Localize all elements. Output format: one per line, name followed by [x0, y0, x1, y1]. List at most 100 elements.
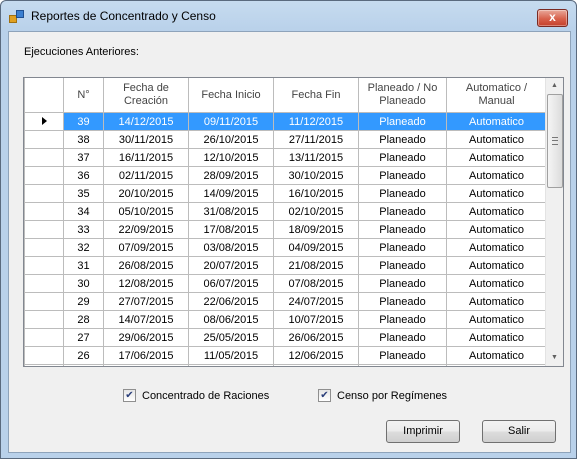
cell-planned[interactable]: Planeado	[358, 148, 447, 167]
row-header[interactable]	[24, 256, 64, 275]
cell-start-date[interactable]: 27/04/2015	[188, 364, 274, 366]
cell-start-date[interactable]: 14/09/2015	[188, 184, 274, 203]
table-row[interactable]: 32 07/09/2015 03/08/2015 04/09/2015 Planeado…	[24, 238, 547, 257]
table-row[interactable]: 35 20/10/2015 14/09/2015 16/10/2015 Planeado…	[24, 184, 547, 203]
cell-end-date[interactable]: 30/10/2015	[273, 166, 359, 185]
cell-number[interactable]: 25	[63, 364, 104, 366]
cell-end-date[interactable]: 07/08/2015	[273, 274, 359, 293]
cell-start-date[interactable]: 22/06/2015	[188, 292, 274, 311]
cell-start-date[interactable]: 08/06/2015	[188, 310, 274, 329]
cell-end-date[interactable]: 26/06/2015	[273, 328, 359, 347]
censo-checkbox[interactable]: ✔ Censo por Regímenes	[318, 389, 447, 402]
cell-planned[interactable]: Planeado	[358, 130, 447, 149]
column-header-end-date[interactable]: Fecha Fin	[273, 78, 359, 113]
cell-end-date[interactable]: 16/10/2015	[273, 184, 359, 203]
row-header[interactable]	[24, 220, 64, 239]
cell-number[interactable]: 36	[63, 166, 104, 185]
cell-creation-date[interactable]: 02/11/2015	[103, 166, 189, 185]
cell-start-date[interactable]: 03/08/2015	[188, 238, 274, 257]
cell-number[interactable]: 32	[63, 238, 104, 257]
row-header[interactable]	[24, 184, 64, 203]
column-header-start-date[interactable]: Fecha Inicio	[188, 78, 274, 113]
row-header[interactable]	[24, 292, 64, 311]
cell-number[interactable]: 39	[63, 112, 104, 131]
row-header[interactable]	[24, 148, 64, 167]
cell-start-date[interactable]: 28/09/2015	[188, 166, 274, 185]
table-row[interactable]: 26 17/06/2015 11/05/2015 12/06/2015 Planeado…	[24, 346, 547, 365]
row-header[interactable]	[24, 346, 64, 365]
table-row[interactable]: 38 30/11/2015 26/10/2015 27/11/2015 Planeado…	[24, 130, 547, 149]
row-header[interactable]	[24, 310, 64, 329]
cell-mode[interactable]: Automatico	[446, 274, 547, 293]
cell-planned[interactable]: Planeado	[358, 310, 447, 329]
cell-number[interactable]: 33	[63, 220, 104, 239]
cell-mode[interactable]: Automatico	[446, 238, 547, 257]
censo-check-icon[interactable]: ✔	[318, 389, 331, 402]
cell-start-date[interactable]: 17/08/2015	[188, 220, 274, 239]
cell-mode[interactable]: Automatico	[446, 328, 547, 347]
cell-creation-date[interactable]: 14/07/2015	[103, 310, 189, 329]
cell-mode[interactable]: Automatico	[446, 148, 547, 167]
print-button[interactable]: Imprimir	[386, 420, 460, 443]
concentrado-label[interactable]: Concentrado de Raciones	[142, 390, 269, 402]
cell-number[interactable]: 28	[63, 310, 104, 329]
cell-planned[interactable]: Planeado	[358, 328, 447, 347]
table-row[interactable]: 37 16/11/2015 12/10/2015 13/11/2015 Planeado…	[24, 148, 547, 167]
cell-start-date[interactable]: 31/08/2015	[188, 202, 274, 221]
cell-number[interactable]: 30	[63, 274, 104, 293]
cell-creation-date[interactable]: 07/09/2015	[103, 238, 189, 257]
cell-creation-date[interactable]: 27/07/2015	[103, 292, 189, 311]
cell-number[interactable]: 31	[63, 256, 104, 275]
cell-end-date[interactable]: 04/09/2015	[273, 238, 359, 257]
cell-number[interactable]: 29	[63, 292, 104, 311]
cell-creation-date[interactable]: 30/11/2015	[103, 130, 189, 149]
table-row[interactable]: 33 22/09/2015 17/08/2015 18/09/2015 Planeado…	[24, 220, 547, 239]
column-header-planned[interactable]: Planeado / No Planeado	[358, 78, 447, 113]
cell-number[interactable]: 34	[63, 202, 104, 221]
cell-end-date[interactable]: 24/07/2015	[273, 292, 359, 311]
cell-creation-date[interactable]: 14/12/2015	[103, 112, 189, 131]
cell-creation-date[interactable]: 12/08/2015	[103, 274, 189, 293]
vertical-scrollbar[interactable]: ▲ ▼	[545, 78, 563, 366]
exit-button[interactable]: Salir	[482, 420, 556, 443]
cell-number[interactable]: 26	[63, 346, 104, 365]
row-header[interactable]	[24, 364, 64, 366]
cell-creation-date[interactable]: 02/06/2015	[103, 364, 189, 366]
cell-mode[interactable]: Automatico	[446, 292, 547, 311]
close-button[interactable]: x	[537, 9, 568, 27]
cell-creation-date[interactable]: 22/09/2015	[103, 220, 189, 239]
cell-start-date[interactable]: 06/07/2015	[188, 274, 274, 293]
cell-number[interactable]: 35	[63, 184, 104, 203]
row-header[interactable]	[24, 202, 64, 221]
cell-planned[interactable]: Planeado	[358, 184, 447, 203]
row-header[interactable]	[24, 328, 64, 347]
cell-mode[interactable]: Automatico	[446, 364, 547, 366]
censo-label[interactable]: Censo por Regímenes	[337, 390, 447, 402]
cell-number[interactable]: 38	[63, 130, 104, 149]
table-row[interactable]: 31 26/08/2015 20/07/2015 21/08/2015 Planeado…	[24, 256, 547, 275]
row-header[interactable]	[24, 274, 64, 293]
cell-mode[interactable]: Automatico	[446, 184, 547, 203]
cell-mode[interactable]: Automatico	[446, 202, 547, 221]
cell-start-date[interactable]: 11/05/2015	[188, 346, 274, 365]
cell-creation-date[interactable]: 29/06/2015	[103, 328, 189, 347]
title-bar[interactable]: Reportes de Concentrado y Censo x	[1, 1, 576, 30]
concentrado-checkbox[interactable]: ✔ Concentrado de Raciones	[123, 389, 269, 402]
cell-mode[interactable]: Automatico	[446, 220, 547, 239]
cell-planned[interactable]: Planeado	[358, 166, 447, 185]
row-header[interactable]	[24, 238, 64, 257]
cell-planned[interactable]: Planeado	[358, 346, 447, 365]
cell-end-date[interactable]: 21/08/2015	[273, 256, 359, 275]
cell-end-date[interactable]: 27/11/2015	[273, 130, 359, 149]
cell-end-date[interactable]: 29/05/2015	[273, 364, 359, 366]
cell-mode[interactable]: Automatico	[446, 130, 547, 149]
table-row[interactable]: 39 14/12/2015 09/11/2015 11/12/2015 Planeado…	[24, 112, 547, 131]
cell-number[interactable]: 27	[63, 328, 104, 347]
concentrado-check-icon[interactable]: ✔	[123, 389, 136, 402]
cell-creation-date[interactable]: 20/10/2015	[103, 184, 189, 203]
table-row[interactable]: 34 05/10/2015 31/08/2015 02/10/2015 Planeado…	[24, 202, 547, 221]
cell-creation-date[interactable]: 05/10/2015	[103, 202, 189, 221]
cell-end-date[interactable]: 18/09/2015	[273, 220, 359, 239]
cell-planned[interactable]: Planeado	[358, 238, 447, 257]
cell-planned[interactable]: Planeado	[358, 292, 447, 311]
